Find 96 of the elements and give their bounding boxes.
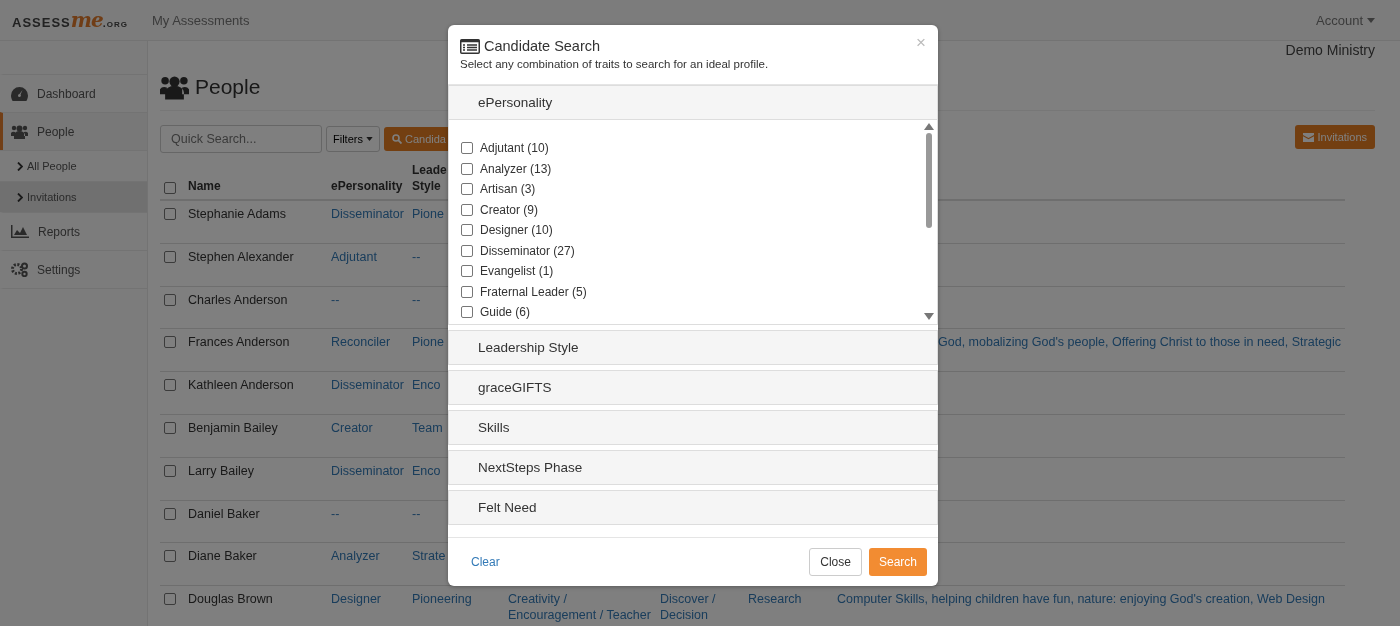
checkbox[interactable] bbox=[164, 208, 176, 220]
sidebar-item[interactable]: People bbox=[0, 112, 147, 150]
gears-icon bbox=[11, 262, 28, 277]
invitations-button[interactable]: Invitations bbox=[1295, 125, 1375, 149]
list-icon bbox=[460, 38, 480, 54]
person-name: Diane Baker bbox=[188, 548, 258, 565]
chevron-icon bbox=[17, 161, 23, 171]
clear-link[interactable]: Clear bbox=[471, 555, 500, 569]
checkbox[interactable] bbox=[461, 244, 473, 257]
accordion-header[interactable]: NextSteps Phase bbox=[449, 450, 937, 484]
trait-link[interactable]: Adjutant bbox=[331, 248, 404, 265]
checkbox[interactable] bbox=[164, 379, 176, 392]
search-button[interactable]: Search bbox=[868, 548, 927, 576]
person-name: Douglas Brown bbox=[188, 591, 274, 608]
caret-icon bbox=[1367, 17, 1375, 23]
checkbox[interactable] bbox=[461, 265, 473, 278]
nav-link[interactable]: My Assessments bbox=[151, 12, 250, 28]
checkbox[interactable] bbox=[164, 336, 176, 349]
people-icon bbox=[160, 73, 189, 101]
checkbox[interactable] bbox=[164, 464, 176, 477]
person-name: Charles Anderson bbox=[188, 291, 289, 308]
scroll-down-icon[interactable] bbox=[924, 313, 934, 320]
checkbox[interactable] bbox=[461, 306, 473, 319]
column-header: Leade Style bbox=[412, 162, 447, 194]
option-label: Fraternal Leader (5) bbox=[480, 284, 587, 299]
caret-icon bbox=[365, 137, 373, 141]
checkbox[interactable] bbox=[461, 183, 473, 196]
accordion-header[interactable]: Felt Need bbox=[449, 490, 937, 524]
accordion-header[interactable]: graceGIFTS bbox=[449, 370, 937, 404]
area-chart-icon bbox=[11, 225, 29, 238]
option-label: Guide (6) bbox=[480, 305, 531, 320]
checkbox[interactable] bbox=[164, 182, 176, 194]
trait-link[interactable]: Creativity / Encouragement / Teacher bbox=[508, 591, 652, 624]
accordion-header[interactable]: ePersonality bbox=[449, 85, 937, 120]
accordion-header[interactable]: Skills bbox=[449, 410, 937, 444]
checkbox[interactable] bbox=[461, 142, 473, 155]
account-menu[interactable]: Account bbox=[1316, 12, 1375, 28]
person-name: Kathleen Anderson bbox=[188, 377, 295, 394]
search-icon bbox=[391, 134, 402, 144]
option-label: Disseminator (27) bbox=[480, 243, 575, 258]
trait-link[interactable]: Pioneering bbox=[412, 591, 500, 608]
option-label: Designer (10) bbox=[480, 223, 553, 238]
checkbox[interactable] bbox=[461, 285, 473, 298]
trait-link[interactable]: -- bbox=[331, 291, 404, 308]
logo[interactable]: ASSESS me.org bbox=[12, 8, 128, 32]
person-name: Daniel Baker bbox=[188, 505, 261, 522]
close-button[interactable]: Close bbox=[809, 548, 862, 576]
option-label: Creator (9) bbox=[480, 202, 538, 217]
page-title: People bbox=[195, 75, 261, 99]
column-header: ePersonality bbox=[331, 178, 403, 194]
option-label: Analyzer (13) bbox=[480, 161, 552, 176]
checkbox[interactable] bbox=[461, 203, 473, 216]
envelope-icon bbox=[1303, 132, 1315, 142]
sidebar-item[interactable]: Settings bbox=[0, 250, 147, 289]
person-name: Stephen Alexander bbox=[188, 248, 295, 265]
person-name: Stephanie Adams bbox=[188, 206, 287, 222]
trait-link[interactable]: Disseminator bbox=[331, 462, 404, 479]
checkbox[interactable] bbox=[164, 593, 176, 606]
trait-link[interactable]: -- bbox=[331, 505, 404, 522]
trait-link[interactable]: Disseminator bbox=[331, 206, 404, 222]
trait-link[interactable]: God, mobalizing God's people, Offering Christ to those in need, Strategic bbox=[938, 334, 1339, 351]
trait-link[interactable]: Designer bbox=[331, 591, 404, 608]
checkbox[interactable] bbox=[461, 162, 473, 175]
trait-link[interactable]: Creator bbox=[331, 420, 404, 436]
chevron-icon bbox=[17, 192, 23, 202]
option-label: Adjutant (10) bbox=[480, 141, 549, 156]
trait-link[interactable]: Disseminator bbox=[331, 377, 404, 394]
option-label: Artisan (3) bbox=[480, 182, 536, 197]
checkbox[interactable] bbox=[164, 550, 176, 563]
dialog-subtitle: Select any combination of traits to search for an ideal profile. bbox=[460, 58, 770, 70]
person-name: Frances Anderson bbox=[188, 334, 291, 351]
organization-name: Demo Ministry bbox=[1285, 42, 1375, 58]
accordion-header[interactable]: Leadership Style bbox=[449, 330, 937, 364]
checkbox[interactable] bbox=[164, 422, 176, 434]
people-icon bbox=[11, 124, 28, 139]
trait-link[interactable]: Computer Skills, helping children have fun, nature: enjoying God's creation, Web Design bbox=[837, 591, 1339, 608]
person-name: Larry Bailey bbox=[188, 462, 255, 479]
trait-link[interactable]: Research bbox=[748, 591, 829, 608]
checkbox[interactable] bbox=[461, 224, 473, 237]
close-button[interactable]: × bbox=[916, 33, 926, 53]
checkbox[interactable] bbox=[164, 250, 176, 263]
option-label: Evangelist (1) bbox=[480, 264, 554, 279]
sidebar-item[interactable]: Reports bbox=[0, 212, 147, 250]
dialog-title: Candidate Search bbox=[484, 38, 601, 54]
gauge-icon bbox=[11, 86, 28, 101]
trait-link[interactable]: Analyzer bbox=[331, 548, 404, 565]
trait-link[interactable]: Discover / Decision bbox=[660, 591, 740, 624]
scroll-up-icon[interactable] bbox=[924, 123, 934, 130]
column-header: Name bbox=[188, 178, 221, 194]
search-field[interactable]: Quick Search... bbox=[160, 125, 322, 153]
sidebar-subitem[interactable]: Invitations bbox=[0, 181, 147, 212]
checkbox[interactable] bbox=[164, 507, 176, 520]
filters-button[interactable]: Filters bbox=[326, 126, 380, 152]
checkbox[interactable] bbox=[164, 293, 176, 306]
trait-link[interactable]: Reconciler bbox=[331, 334, 404, 351]
person-name: Benjamin Bailey bbox=[188, 420, 279, 436]
